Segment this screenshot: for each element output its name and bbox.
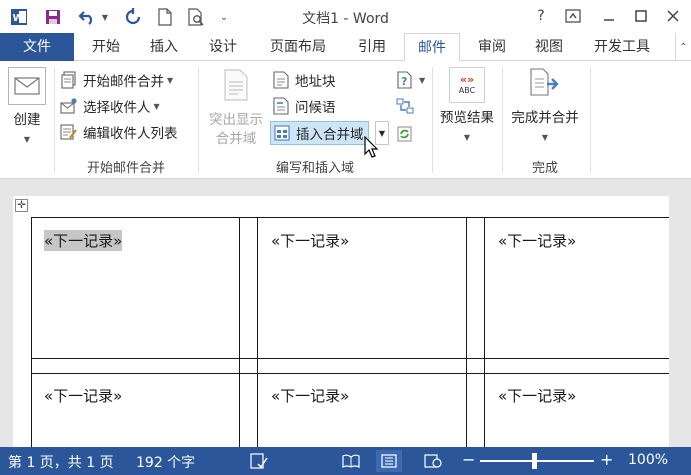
table-border [466, 217, 467, 447]
address-block-button[interactable]: 地址块 [272, 69, 336, 91]
merge-field-next-record[interactable]: «下一记录» [44, 230, 123, 251]
minimize-icon[interactable] [596, 4, 622, 28]
highlight-merge-fields-button[interactable]: 突出显示 合并域 [204, 67, 268, 153]
table-border [239, 217, 240, 447]
close-icon[interactable] [660, 4, 686, 28]
table-border [31, 217, 669, 218]
chevron-down-icon: ▼ [541, 133, 549, 142]
zoom-slider-thumb[interactable] [532, 453, 537, 469]
highlight-line2-label: 合并域 [215, 131, 257, 147]
ribbon-display-options-icon[interactable] [560, 4, 586, 28]
chevron-down-icon: ▼ [167, 75, 174, 85]
table-move-handle-icon[interactable]: ✛ [15, 199, 28, 212]
status-bar: 第 1 页，共 1 页 192 个字 − + 100% [0, 447, 691, 475]
tab-references[interactable]: 引用 [344, 33, 400, 61]
insert-merge-field-button[interactable]: 插入合并域 [270, 121, 369, 145]
tab-mailings[interactable]: 邮件 [404, 33, 460, 62]
create-dropdown-icon: ▼ [23, 135, 31, 144]
tab-insert[interactable]: 插入 [138, 33, 190, 61]
recipients-icon [60, 97, 78, 115]
preview-results-label: 预览结果 [440, 110, 494, 126]
chevron-down-icon: ▼ [463, 133, 471, 142]
edit-list-icon [60, 123, 78, 141]
preview-badge-text: ABC [458, 86, 476, 95]
insert-field-icon [273, 124, 291, 142]
table-border [31, 358, 669, 359]
create-button[interactable]: 创建 ▼ [4, 65, 50, 151]
document-merge-icon [60, 71, 78, 89]
print-layout-icon[interactable] [376, 450, 402, 472]
address-block-icon [272, 71, 290, 89]
envelope-icon [8, 67, 46, 105]
document-area: ✛ «下一记录» «下一记录» «下一记录» «下一记录» «下一记录» «下一… [0, 179, 691, 447]
table-border [31, 217, 32, 447]
table-border [31, 373, 669, 374]
edit-recipient-list-button[interactable]: 编辑收件人列表 [60, 121, 178, 143]
start-mail-merge-button[interactable]: 开始邮件合并 ▼ [60, 69, 173, 91]
merge-field-next-record[interactable]: «下一记录» [44, 385, 122, 406]
vertical-scrollbar[interactable] [669, 196, 691, 447]
ribbon-tabs: 文件 开始 插入 设计 页面布局 引用 邮件 审阅 视图 开发工具 [0, 33, 691, 62]
greeting-line-icon [272, 97, 290, 115]
tab-developer[interactable]: 开发工具 [580, 33, 664, 61]
chevron-down-icon: ▼ [419, 75, 426, 85]
preview-abc-icon: «» ABC [449, 67, 485, 103]
read-mode-icon[interactable] [338, 450, 364, 472]
preview-results-button[interactable]: «» ABC 预览结果 ▼ [436, 67, 498, 153]
merge-field-next-record[interactable]: «下一记录» [498, 230, 576, 251]
zoom-slider[interactable] [480, 453, 594, 469]
greeting-line-button[interactable]: 问候语 [272, 95, 336, 117]
proofing-icon[interactable] [246, 450, 272, 472]
merge-field-next-record[interactable]: «下一记录» [498, 385, 576, 406]
group-finish-label: 完成 [531, 161, 558, 176]
word-count[interactable]: 192 个字 [136, 452, 195, 472]
highlight-line1-label: 突出显示 [209, 112, 263, 128]
zoom-out-icon[interactable]: − [462, 450, 475, 469]
tab-review[interactable]: 审阅 [464, 33, 520, 61]
chevron-down-icon: ▼ [153, 101, 160, 111]
group-start-mail-merge-label: 开始邮件合并 [86, 161, 165, 176]
document-page[interactable]: ✛ «下一记录» «下一记录» «下一记录» «下一记录» «下一记录» «下一… [13, 196, 669, 447]
finish-merge-button[interactable]: 完成并合并 ▼ [504, 67, 586, 153]
zoom-level[interactable]: 100% [628, 452, 668, 468]
window-title: 文档1 - Word [302, 11, 389, 27]
title-bar: W ▼ ⌄ 文档1 - Word ? [0, 0, 691, 33]
finish-merge-icon [527, 67, 563, 103]
update-labels-icon [396, 125, 414, 143]
group-write-insert-label: 编写和插入域 [275, 161, 354, 176]
maximize-icon[interactable] [628, 4, 654, 28]
highlight-fields-icon [223, 69, 249, 101]
table-border [257, 217, 258, 447]
help-button[interactable]: ? [528, 4, 554, 28]
select-recipients-button[interactable]: 选择收件人 ▼ [60, 95, 160, 117]
group-separator [198, 67, 199, 173]
merge-field-next-record[interactable]: «下一记录» [271, 385, 349, 406]
group-separator [54, 67, 55, 173]
ribbon-collapse-icon[interactable]: ⌃ [675, 33, 691, 61]
group-separator [432, 67, 433, 173]
rules-icon: ? [396, 71, 414, 89]
tab-page-layout[interactable]: 页面布局 [258, 33, 338, 61]
merge-field-next-record[interactable]: «下一记录» [271, 230, 349, 251]
match-fields-button[interactable] [396, 95, 419, 117]
rules-button[interactable]: ? ▼ [396, 69, 425, 91]
tab-view[interactable]: 视图 [522, 33, 576, 61]
table-border [484, 217, 485, 447]
create-label: 创建 [13, 112, 41, 128]
tab-design[interactable]: 设计 [196, 33, 250, 61]
group-separator [590, 67, 591, 173]
zoom-in-icon[interactable]: + [600, 450, 613, 469]
tab-file[interactable]: 文件 [0, 33, 74, 61]
update-labels-button[interactable] [396, 123, 419, 145]
tab-home[interactable]: 开始 [80, 33, 132, 61]
web-layout-icon[interactable] [420, 450, 446, 472]
page-count[interactable]: 第 1 页，共 1 页 [8, 452, 114, 472]
match-fields-icon [396, 97, 414, 115]
svg-text:?: ? [401, 75, 407, 88]
ribbon: 创建 ▼ 开始邮件合并 ▼ 选择收件人 ▼ 编辑收件人列表 开始邮件合并 突出显示 … [0, 61, 691, 179]
finish-merge-label: 完成并合并 [511, 110, 579, 126]
